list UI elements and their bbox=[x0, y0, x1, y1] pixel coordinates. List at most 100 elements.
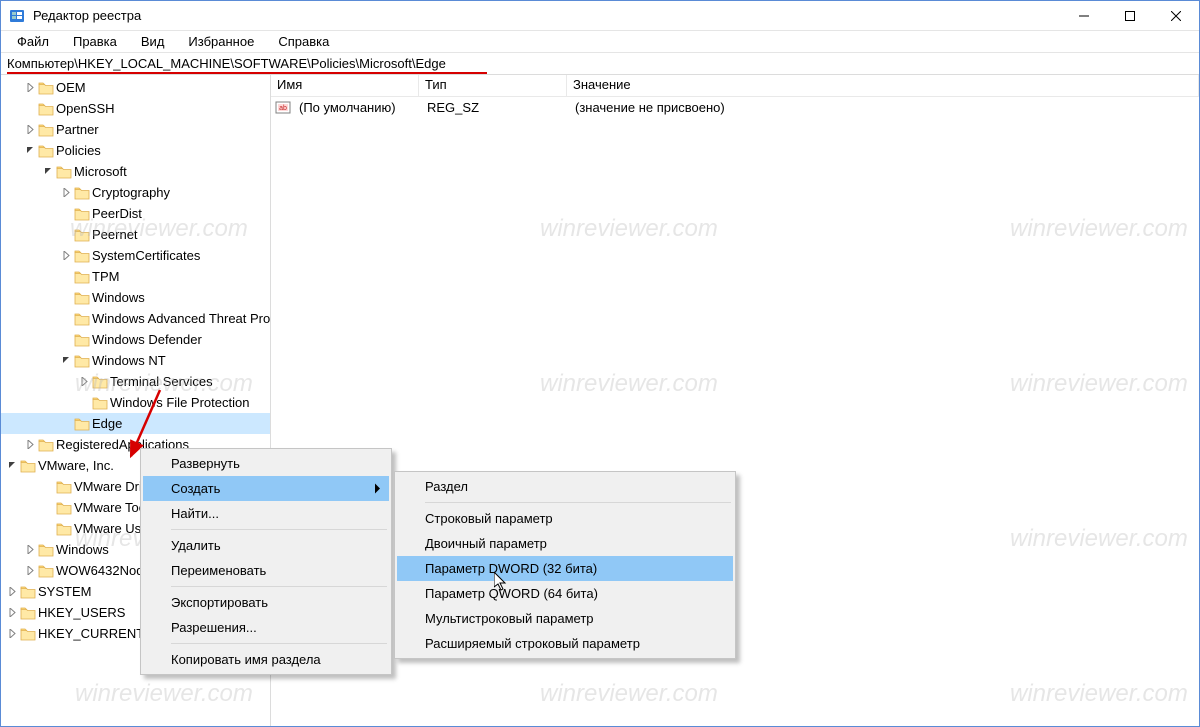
context-menu-label: Раздел bbox=[425, 479, 468, 494]
tree-label: Windows Defender bbox=[92, 332, 202, 347]
context-menu-item[interactable]: Найти... bbox=[143, 501, 389, 526]
context-menu-label: Найти... bbox=[171, 506, 219, 521]
list-row[interactable]: ab (По умолчанию)REG_SZ(значение не присв… bbox=[271, 97, 1199, 117]
tree-label: SystemCertificates bbox=[92, 248, 200, 263]
red-underline-annotation bbox=[7, 72, 487, 74]
tree-item[interactable]: Policies bbox=[1, 140, 270, 161]
tree-label: Windows bbox=[92, 290, 145, 305]
tree-item[interactable]: OEM bbox=[1, 77, 270, 98]
row-name: (По умолчанию) bbox=[293, 100, 421, 115]
context-menu-item[interactable]: Копировать имя раздела bbox=[143, 647, 389, 672]
menu-item-4[interactable]: Справка bbox=[268, 32, 339, 51]
context-menu-new[interactable]: Раздел Строковый параметр Двоичный парамет… bbox=[394, 471, 736, 659]
column-value[interactable]: Значение bbox=[567, 75, 1199, 96]
context-menu-label: Удалить bbox=[171, 538, 221, 553]
minimize-button[interactable] bbox=[1061, 1, 1107, 31]
menu-item-0[interactable]: Файл bbox=[7, 32, 59, 51]
context-menu-key[interactable]: Развернуть Создать Найти... Удалить Переимен… bbox=[140, 448, 392, 675]
address-path: Компьютер\HKEY_LOCAL_MACHINE\SOFTWARE\Po… bbox=[7, 56, 446, 71]
tree-label: Windows bbox=[56, 542, 109, 557]
menu-bar: ФайлПравкаВидИзбранноеСправка bbox=[1, 31, 1199, 53]
menu-separator bbox=[171, 586, 387, 587]
column-type[interactable]: Тип bbox=[419, 75, 567, 96]
tree-item[interactable]: TPM bbox=[1, 266, 270, 287]
context-menu-label: Создать bbox=[171, 481, 220, 496]
tree-item[interactable]: SystemCertificates bbox=[1, 245, 270, 266]
window-title: Редактор реестра bbox=[33, 8, 141, 23]
context-menu-item[interactable]: Строковый параметр bbox=[397, 506, 733, 531]
tree-label: Windows Advanced Threat Protection bbox=[92, 311, 271, 326]
tree-label: SYSTEM bbox=[38, 584, 91, 599]
context-menu-item[interactable]: Развернуть bbox=[143, 451, 389, 476]
context-menu-item[interactable]: Двоичный параметр bbox=[397, 531, 733, 556]
tree-label: Windows NT bbox=[92, 353, 166, 368]
context-menu-label: Расширяемый строковый параметр bbox=[425, 636, 640, 651]
tree-item[interactable]: Microsoft bbox=[1, 161, 270, 182]
context-menu-item[interactable]: Параметр QWORD (64 бита) bbox=[397, 581, 733, 606]
context-menu-label: Параметр QWORD (64 бита) bbox=[425, 586, 598, 601]
tree-label: Policies bbox=[56, 143, 101, 158]
tree-label: Peernet bbox=[92, 227, 138, 242]
context-menu-item[interactable]: Параметр DWORD (32 бита) bbox=[397, 556, 733, 581]
tree-label: Partner bbox=[56, 122, 99, 137]
context-menu-label: Копировать имя раздела bbox=[171, 652, 321, 667]
tree-item[interactable]: Windows File Protection bbox=[1, 392, 270, 413]
context-menu-item[interactable]: Переименовать bbox=[143, 558, 389, 583]
context-menu-item[interactable]: Расширяемый строковый параметр bbox=[397, 631, 733, 656]
context-menu-label: Мультистроковый параметр bbox=[425, 611, 594, 626]
context-menu-label: Двоичный параметр bbox=[425, 536, 547, 551]
tree-item[interactable]: Windows Advanced Threat Protection bbox=[1, 308, 270, 329]
regedit-app-icon bbox=[9, 8, 25, 24]
row-type: REG_SZ bbox=[421, 100, 569, 115]
row-value: (значение не присвоено) bbox=[569, 100, 1199, 115]
tree-item[interactable]: Peernet bbox=[1, 224, 270, 245]
menu-item-3[interactable]: Избранное bbox=[178, 32, 264, 51]
tree-item[interactable]: Windows Defender bbox=[1, 329, 270, 350]
context-menu-item[interactable]: Экспортировать bbox=[143, 590, 389, 615]
tree-item[interactable]: Terminal Services bbox=[1, 371, 270, 392]
tree-item[interactable]: Partner bbox=[1, 119, 270, 140]
column-name[interactable]: Имя bbox=[271, 75, 419, 96]
menu-item-1[interactable]: Правка bbox=[63, 32, 127, 51]
tree-label: VMware, Inc. bbox=[38, 458, 114, 473]
context-menu-label: Разрешения... bbox=[171, 620, 257, 635]
tree-item[interactable]: Cryptography bbox=[1, 182, 270, 203]
tree-label: PeerDist bbox=[92, 206, 142, 221]
submenu-arrow-icon bbox=[375, 481, 381, 496]
tree-label: Microsoft bbox=[74, 164, 127, 179]
tree-label: Edge bbox=[92, 416, 122, 431]
tree-label: HKEY_USERS bbox=[38, 605, 125, 620]
title-bar: Редактор реестра bbox=[1, 1, 1199, 31]
tree-item[interactable]: OpenSSH bbox=[1, 98, 270, 119]
context-menu-item[interactable]: Создать bbox=[143, 476, 389, 501]
tree-label: OEM bbox=[56, 80, 86, 95]
menu-separator bbox=[171, 643, 387, 644]
tree-label: Cryptography bbox=[92, 185, 170, 200]
context-menu-item[interactable]: Удалить bbox=[143, 533, 389, 558]
tree-item-selected[interactable]: Edge bbox=[1, 413, 270, 434]
address-bar[interactable]: Компьютер\HKEY_LOCAL_MACHINE\SOFTWARE\Po… bbox=[1, 53, 1199, 75]
tree-item[interactable]: PeerDist bbox=[1, 203, 270, 224]
svg-text:ab: ab bbox=[279, 105, 287, 112]
maximize-button[interactable] bbox=[1107, 1, 1153, 31]
list-header: Имя Тип Значение bbox=[271, 75, 1199, 97]
context-menu-label: Экспортировать bbox=[171, 595, 268, 610]
context-menu-item[interactable]: Разрешения... bbox=[143, 615, 389, 640]
close-button[interactable] bbox=[1153, 1, 1199, 31]
context-menu-item[interactable]: Раздел bbox=[397, 474, 733, 499]
tree-label: TPM bbox=[92, 269, 119, 284]
context-menu-label: Развернуть bbox=[171, 456, 240, 471]
context-menu-label: Параметр DWORD (32 бита) bbox=[425, 561, 597, 576]
tree-label: WOW6432Node bbox=[56, 563, 151, 578]
tree-item[interactable]: Windows bbox=[1, 287, 270, 308]
menu-separator bbox=[425, 502, 731, 503]
tree-label: OpenSSH bbox=[56, 101, 115, 116]
tree-item[interactable]: Windows NT bbox=[1, 350, 270, 371]
tree-label: Windows File Protection bbox=[110, 395, 249, 410]
tree-label: Terminal Services bbox=[110, 374, 213, 389]
context-menu-label: Переименовать bbox=[171, 563, 266, 578]
context-menu-label: Строковый параметр bbox=[425, 511, 553, 526]
menu-item-2[interactable]: Вид bbox=[131, 32, 175, 51]
menu-separator bbox=[171, 529, 387, 530]
context-menu-item[interactable]: Мультистроковый параметр bbox=[397, 606, 733, 631]
